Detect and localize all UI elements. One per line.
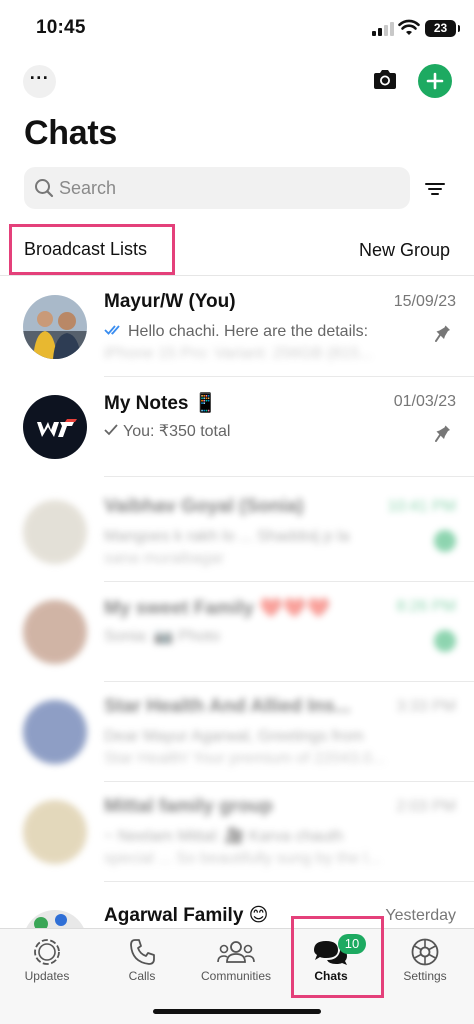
- chat-time: 2:03 PM: [396, 798, 456, 815]
- tab-calls[interactable]: Calls: [95, 929, 189, 999]
- tab-label: Settings: [403, 969, 447, 983]
- more-horizontal-icon: ···: [29, 67, 50, 88]
- chat-preview-text: Hello chachi. Here are the details:: [128, 323, 369, 340]
- camera-button[interactable]: [370, 65, 400, 95]
- avatar: [23, 800, 87, 864]
- chat-row[interactable]: Agarwal Family 😊 Yesterday: [0, 890, 474, 928]
- camera-icon: [374, 70, 396, 89]
- chat-time: 15/09/23: [393, 293, 456, 310]
- single-check-icon: [104, 424, 118, 436]
- chats-tab-highlight: [291, 916, 384, 998]
- chat-time: Yesterday: [385, 907, 456, 924]
- chat-preview-second-line: special ... So beautifully sung by the l…: [104, 850, 381, 867]
- signal-icon: [372, 22, 394, 36]
- unread-badge: [434, 530, 456, 552]
- divider: [0, 275, 474, 276]
- battery-level: 23: [433, 21, 448, 35]
- new-chat-button[interactable]: [418, 64, 452, 98]
- home-indicator: [153, 1009, 321, 1014]
- chat-name: Mayur/W (You): [104, 291, 236, 312]
- chat-preview: Dear Mayur Agarwal, Greetings from: [104, 728, 364, 745]
- chat-preview: Mangoes k rakh lo ... Shaddoij p la: [104, 528, 350, 545]
- chat-name: Star Health And Allied Ins...: [104, 696, 351, 717]
- status-bar: 10:45 23: [0, 0, 474, 54]
- chat-time: 8:26 PM: [396, 598, 456, 615]
- chat-time: 3:33 PM: [396, 698, 456, 715]
- communities-icon: [217, 941, 255, 963]
- chat-name: My sweet Family ❤️❤️❤️: [104, 598, 331, 619]
- chat-row[interactable]: Mayur/W (You) 15/09/23 Hello chachi. Her…: [0, 277, 474, 377]
- avatar: [23, 295, 87, 359]
- chat-preview-second-line: iPhone 15 Pro: Variant: 256GB (815...: [104, 345, 373, 362]
- broadcast-lists-label: Broadcast Lists: [24, 239, 148, 259]
- chat-name: Agarwal Family 😊: [104, 905, 269, 926]
- chat-preview: You: ₹350 total: [104, 421, 404, 443]
- unread-badge: [434, 630, 456, 652]
- tab-settings[interactable]: Settings: [378, 929, 472, 999]
- chat-row[interactable]: My Notes 📱 01/03/23 You: ₹350 total: [0, 377, 474, 477]
- chat-preview: Sonia: 📷 Photo: [104, 628, 220, 645]
- gear-icon: [411, 938, 439, 966]
- double-check-icon: [104, 325, 120, 335]
- more-button[interactable]: ···: [23, 65, 56, 98]
- tab-updates[interactable]: Updates: [0, 929, 94, 999]
- phone-icon: [130, 939, 155, 965]
- chat-preview: ~ Neelam Mittal: 🎥 Karva chauth: [104, 828, 344, 845]
- wifi-icon: [398, 19, 420, 35]
- avatar: [23, 700, 87, 764]
- battery-icon: 23: [425, 20, 460, 37]
- tab-label: Communities: [200, 969, 272, 983]
- broadcast-lists-link[interactable]: Broadcast Lists: [9, 224, 175, 275]
- tab-label: Calls: [128, 969, 156, 983]
- new-group-link[interactable]: New Group: [359, 240, 450, 261]
- tab-communities[interactable]: Communities: [189, 929, 283, 999]
- chat-preview: Hello chachi. Here are the details:: [104, 321, 404, 343]
- chat-name: My Notes 📱: [104, 393, 218, 414]
- chat-time: 01/03/23: [393, 393, 456, 410]
- avatar: [23, 910, 87, 928]
- chat-name: Vaibhav Goyal (Sonia): [104, 496, 304, 517]
- search-input[interactable]: Search: [24, 167, 410, 209]
- chat-name: Mittal family group: [104, 796, 273, 817]
- page-title: Chats: [24, 114, 117, 152]
- chat-preview-second-line: sana muraibagar: [104, 550, 225, 567]
- chat-row[interactable]: Vaibhav Goyal (Sonia) 10:41 PM Mangoes k…: [0, 482, 474, 582]
- search-placeholder: Search: [59, 178, 117, 198]
- chat-row[interactable]: My sweet Family ❤️❤️❤️ 8:26 PM Sonia: 📷 …: [0, 582, 474, 682]
- chat-time: 10:41 PM: [387, 498, 456, 515]
- pin-icon: [435, 322, 450, 342]
- tab-label: Updates: [24, 969, 70, 983]
- plus-icon: [426, 72, 444, 90]
- status-time: 10:45: [36, 17, 86, 38]
- row-divider: [104, 881, 474, 882]
- row-divider: [104, 476, 474, 477]
- filter-icon[interactable]: [423, 178, 447, 200]
- chat-preview-text: You: ₹350 total: [123, 423, 231, 440]
- chat-row[interactable]: Mittal family group 2:03 PM ~ Neelam Mit…: [0, 782, 474, 882]
- avatar: [23, 600, 87, 664]
- chat-preview-second-line: Star Health! Your premium of 22043.0...: [104, 750, 386, 767]
- updates-icon: [34, 939, 60, 965]
- chat-row[interactable]: Star Health And Allied Ins... 3:33 PM De…: [0, 682, 474, 782]
- avatar: [23, 395, 87, 459]
- search-icon: [35, 179, 54, 198]
- avatar: [23, 500, 87, 564]
- pin-icon: [435, 422, 450, 442]
